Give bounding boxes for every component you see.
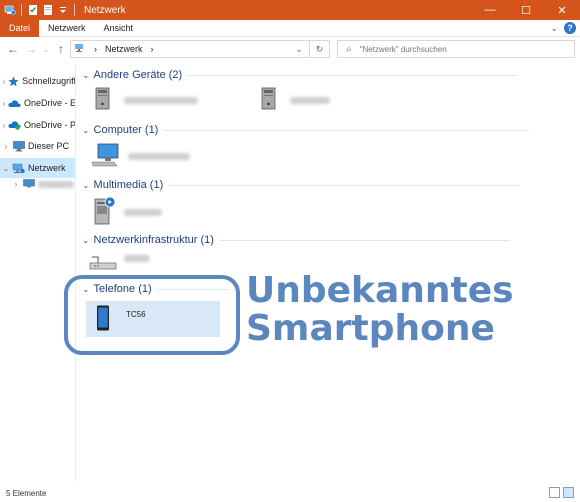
pc-icon xyxy=(12,140,25,152)
group-collapse-icon[interactable]: ⌄ xyxy=(82,235,90,246)
network-location-icon xyxy=(74,43,86,55)
computer-item[interactable] xyxy=(90,143,190,170)
group-divider xyxy=(219,239,510,241)
group-divider xyxy=(188,74,519,76)
annotation-highlight-frame xyxy=(64,275,240,355)
sidebar-item-onedrive-e[interactable]: › OneDrive - E xyxy=(0,93,76,113)
redacted-device-name xyxy=(124,97,198,104)
quick-access-toolbar: Netzwerk xyxy=(0,0,126,20)
device-item[interactable] xyxy=(92,87,198,114)
network-icon xyxy=(12,163,25,174)
sidebar-item-label: OneDrive - E xyxy=(23,98,76,108)
sidebar-item-schnellzugriff[interactable]: › Schnellzugriff xyxy=(0,71,76,91)
expand-chevron-icon[interactable]: › xyxy=(0,77,8,86)
group-title: Multimedia (1) xyxy=(93,179,164,191)
new-folder-icon[interactable] xyxy=(42,4,54,16)
redacted-computer-name xyxy=(38,180,74,188)
collapse-chevron-icon[interactable]: ⌄ xyxy=(0,164,12,173)
item-count: 5 Elemente xyxy=(6,488,47,498)
up-arrow-icon[interactable]: ↑ xyxy=(52,42,70,56)
expand-ribbon-icon[interactable]: ⌄ xyxy=(550,23,558,34)
ribbon-tabs: Datei Netzwerk Ansicht ⌄ ? xyxy=(0,19,580,37)
sidebar-item-network-computer[interactable]: › xyxy=(0,174,75,194)
group-title: Andere Geräte (2) xyxy=(93,69,183,81)
sidebar-item-dieser-pc[interactable]: › Dieser PC xyxy=(0,136,75,156)
device-tower-icon xyxy=(92,87,114,114)
search-input[interactable] xyxy=(359,44,550,54)
group-header-computer[interactable]: ⌄ Computer (1) xyxy=(78,124,530,136)
expand-chevron-icon[interactable]: › xyxy=(10,180,22,189)
back-arrow-icon[interactable]: ← xyxy=(4,42,22,56)
redacted-router-name xyxy=(124,255,150,262)
group-header-andere-geraete[interactable]: ⌄ Andere Geräte (2) xyxy=(78,69,519,81)
navigation-bar: ← → ⌄ ↑ › Netzwerk › ⌄ ↻ ⌕ xyxy=(0,37,580,61)
customize-toolbar-icon[interactable] xyxy=(57,4,69,16)
status-bar: 5 Elemente xyxy=(0,484,580,502)
group-header-netzwerkinfrastruktur[interactable]: ⌄ Netzwerkinfrastruktur (1) xyxy=(78,234,510,246)
tab-ansicht[interactable]: Ansicht xyxy=(95,20,143,37)
device-tower-icon xyxy=(258,87,280,114)
window-title: Netzwerk xyxy=(84,4,126,16)
media-server-icon xyxy=(92,196,118,229)
breadcrumb-separator[interactable]: › xyxy=(151,44,154,54)
redacted-computer-name xyxy=(128,153,190,160)
redacted-device-name xyxy=(290,97,330,104)
properties-icon[interactable] xyxy=(27,4,39,16)
group-title: Computer (1) xyxy=(93,124,159,136)
redacted-media-name xyxy=(124,209,162,216)
recent-locations-icon[interactable]: ⌄ xyxy=(40,45,52,54)
details-view-icon[interactable] xyxy=(549,487,560,498)
tab-datei[interactable]: Datei xyxy=(0,19,40,37)
toolbar-separator xyxy=(74,4,75,16)
close-button[interactable]: ✕ xyxy=(544,0,580,20)
sidebar-item-label: Dieser PC xyxy=(28,141,70,151)
search-box[interactable]: ⌕ xyxy=(337,40,575,58)
refresh-icon[interactable]: ↻ xyxy=(309,41,329,57)
expand-chevron-icon[interactable]: › xyxy=(0,142,12,151)
maximize-button[interactable]: ☐ xyxy=(508,0,544,20)
breadcrumb-separator[interactable]: › xyxy=(94,44,97,54)
sidebar-item-label: Schnellzugriff xyxy=(22,76,76,86)
address-dropdown-icon[interactable]: ⌄ xyxy=(289,44,309,55)
title-bar: Netzwerk — ☐ ✕ xyxy=(0,0,580,20)
star-icon xyxy=(8,76,19,87)
search-icon: ⌕ xyxy=(346,43,352,55)
minimize-button[interactable]: — xyxy=(472,0,508,20)
router-icon xyxy=(88,255,118,274)
group-collapse-icon[interactable]: ⌄ xyxy=(82,180,90,191)
address-bar[interactable]: › Netzwerk › ⌄ ↻ xyxy=(70,40,330,58)
computer-monitor-icon xyxy=(90,143,120,170)
device-item[interactable] xyxy=(258,87,330,114)
tab-netzwerk[interactable]: Netzwerk xyxy=(39,20,95,37)
router-item[interactable] xyxy=(88,255,150,274)
sidebar-item-label: OneDrive - P xyxy=(23,120,76,130)
expand-chevron-icon[interactable]: › xyxy=(0,99,8,108)
network-app-icon xyxy=(4,4,16,16)
onedrive-icon xyxy=(8,98,21,109)
expand-chevron-icon[interactable]: › xyxy=(0,121,8,130)
group-divider xyxy=(164,129,530,131)
media-device-item[interactable] xyxy=(92,196,162,229)
toolbar-separator xyxy=(21,4,22,16)
group-collapse-icon[interactable]: ⌄ xyxy=(82,70,90,81)
onedrive-icon xyxy=(8,120,21,131)
help-icon[interactable]: ? xyxy=(564,22,576,34)
group-divider xyxy=(169,184,520,186)
group-header-multimedia[interactable]: ⌄ Multimedia (1) xyxy=(78,179,520,191)
sidebar-item-onedrive-p[interactable]: › OneDrive - P xyxy=(0,115,76,135)
computer-icon xyxy=(22,179,35,190)
breadcrumb-netzwerk[interactable]: Netzwerk xyxy=(105,44,143,54)
forward-arrow-icon[interactable]: → xyxy=(22,42,40,56)
navigation-pane: › Schnellzugriff › OneDrive - E › OneDri… xyxy=(0,63,76,481)
large-icons-view-icon[interactable] xyxy=(563,487,574,498)
annotation-line-2: Smartphone xyxy=(246,308,495,349)
annotation-line-1: Unbekanntes xyxy=(246,270,514,311)
sidebar-item-label: Netzwerk xyxy=(28,163,66,173)
annotation-text: Unbekanntes Smartphone xyxy=(246,272,514,348)
group-collapse-icon[interactable]: ⌄ xyxy=(82,125,90,136)
group-title: Netzwerkinfrastruktur (1) xyxy=(93,234,214,246)
